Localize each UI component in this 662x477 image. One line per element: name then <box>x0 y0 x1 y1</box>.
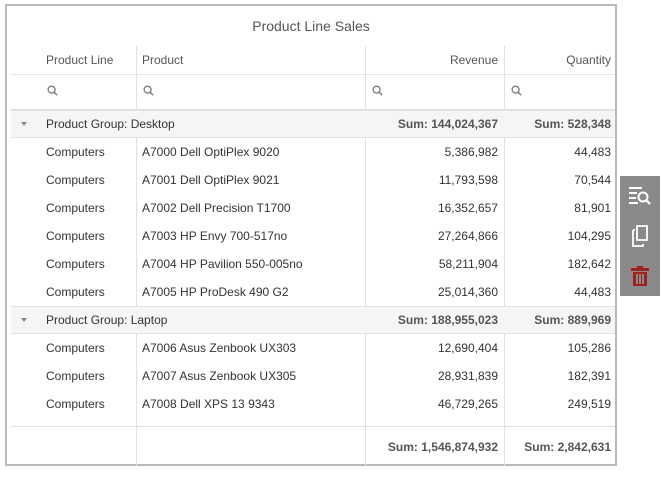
table-search-icon <box>629 187 651 205</box>
table-row[interactable]: Computers A7004 HP Pavilion 550-005no 58… <box>11 250 615 278</box>
totals-row: Sum: 1,546,874,932 Sum: 2,842,631 <box>11 426 615 466</box>
cell-product: A7001 Dell OptiPlex 9021 <box>142 173 280 187</box>
data-grid: Product Line Product Revenue Quantity Pr… <box>11 46 615 466</box>
table-row[interactable]: Computers A7008 Dell XPS 13 9343 46,729,… <box>11 390 615 418</box>
cell-revenue: 5,386,982 <box>444 145 498 159</box>
group-quantity-sum: Sum: 889,969 <box>534 313 611 327</box>
cell-product-line: Computers <box>46 397 105 411</box>
cell-revenue: 28,931,839 <box>437 369 498 383</box>
table-row[interactable]: Computers A7001 Dell OptiPlex 9021 11,79… <box>11 166 615 194</box>
filter-row <box>11 74 615 111</box>
cell-quantity: 182,391 <box>567 369 611 383</box>
chevron-down-icon[interactable] <box>21 122 27 126</box>
group-label: Product Group: Desktop <box>46 117 175 131</box>
group-row-laptop[interactable]: Product Group: Laptop Sum: 188,955,023 S… <box>11 306 615 334</box>
cell-product-line: Computers <box>46 145 105 159</box>
cell-quantity: 249,519 <box>567 397 611 411</box>
trash-icon <box>631 266 649 286</box>
cell-quantity: 81,901 <box>574 201 611 215</box>
header-product-line[interactable]: Product Line <box>11 46 136 74</box>
cell-product-line: Computers <box>46 285 105 299</box>
cell-product: A7006 Asus Zenbook UX303 <box>142 341 297 355</box>
cell-quantity: 105,286 <box>567 341 611 355</box>
group-revenue-sum: Sum: 144,024,367 <box>397 117 498 131</box>
table-search-button[interactable] <box>620 176 660 216</box>
group-quantity-sum: Sum: 528,348 <box>534 117 611 131</box>
delete-button[interactable] <box>620 256 660 296</box>
cell-product: A7004 HP Pavilion 550-005no <box>142 257 303 271</box>
cell-product: A7005 HP ProDesk 490 G2 <box>142 285 289 299</box>
chevron-down-icon[interactable] <box>21 318 27 322</box>
side-toolbar <box>620 176 660 296</box>
table-row[interactable]: Computers A7003 HP Envy 700-517no 27,264… <box>11 222 615 250</box>
grid-title: Product Line Sales <box>252 18 370 34</box>
table-row[interactable]: Computers A7002 Dell Precision T1700 16,… <box>11 194 615 222</box>
cell-quantity: 70,544 <box>574 173 611 187</box>
copy-icon <box>632 225 648 247</box>
cell-revenue: 46,729,265 <box>437 397 498 411</box>
cell-product-line: Computers <box>46 229 105 243</box>
table-row[interactable]: Computers A7006 Asus Zenbook UX303 12,69… <box>11 334 615 362</box>
group-label: Product Group: Laptop <box>46 313 168 327</box>
cell-product: A7000 Dell OptiPlex 9020 <box>142 145 280 159</box>
cell-quantity: 44,483 <box>574 285 611 299</box>
cell-revenue: 58,211,904 <box>438 257 498 271</box>
total-quantity-sum: Sum: 2,842,631 <box>524 440 611 454</box>
cell-revenue: 16,352,657 <box>437 201 498 215</box>
cell-revenue: 12,690,404 <box>437 341 498 355</box>
cell-product: A7008 Dell XPS 13 9343 <box>142 397 275 411</box>
cell-product-line: Computers <box>46 257 105 271</box>
cell-revenue: 27,264,866 <box>437 229 498 243</box>
cell-product-line: Computers <box>46 341 105 355</box>
cell-product: A7002 Dell Precision T1700 <box>142 201 291 215</box>
search-icon[interactable] <box>372 85 383 96</box>
group-revenue-sum: Sum: 188,955,023 <box>397 313 498 327</box>
total-revenue-sum: Sum: 1,546,874,932 <box>387 440 498 454</box>
cell-quantity: 44,483 <box>574 145 611 159</box>
header-product[interactable]: Product <box>136 46 365 74</box>
cell-product: A7007 Asus Zenbook UX305 <box>142 369 297 383</box>
cell-revenue: 25,014,360 <box>437 285 498 299</box>
table-row[interactable]: Computers A7005 HP ProDesk 490 G2 25,014… <box>11 278 615 306</box>
cell-product: A7003 HP Envy 700-517no <box>142 229 288 243</box>
copy-button[interactable] <box>620 216 660 256</box>
table-row[interactable]: Computers A7007 Asus Zenbook UX305 28,93… <box>11 362 615 390</box>
cell-product-line: Computers <box>46 201 105 215</box>
cell-quantity: 182,642 <box>567 257 611 271</box>
table-row[interactable]: Computers A7000 Dell OptiPlex 9020 5,386… <box>11 138 615 166</box>
header-quantity[interactable]: Quantity <box>504 46 615 74</box>
search-icon[interactable] <box>47 85 58 96</box>
search-icon[interactable] <box>511 85 522 96</box>
cell-product-line: Computers <box>46 173 105 187</box>
header-revenue[interactable]: Revenue <box>365 46 504 74</box>
cell-product-line: Computers <box>46 369 105 383</box>
group-row-desktop[interactable]: Product Group: Desktop Sum: 144,024,367 … <box>11 110 615 138</box>
cell-quantity: 104,295 <box>567 229 611 243</box>
pivot-grid-widget: Product Line Sales Product Line Product … <box>5 4 617 466</box>
header-row: Product Line Product Revenue Quantity <box>11 46 615 74</box>
search-icon[interactable] <box>143 85 154 96</box>
cell-revenue: 11,793,598 <box>438 173 498 187</box>
